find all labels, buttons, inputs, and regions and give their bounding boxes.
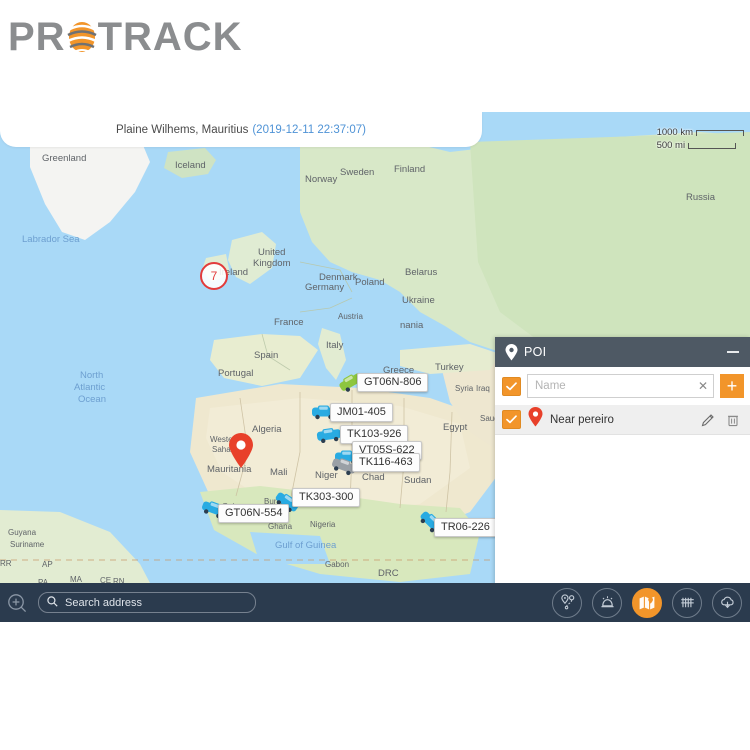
- list-item[interactable]: Near pereiro: [495, 405, 750, 435]
- location-pin-icon: [505, 343, 518, 361]
- poi-add-button[interactable]: +: [720, 374, 744, 398]
- poi-select-all-checkbox[interactable]: [502, 376, 521, 396]
- brand-name-part1: PR: [8, 15, 66, 59]
- vehicle-marker[interactable]: [316, 427, 342, 448]
- poi-search-input-wrap: ✕: [527, 374, 714, 398]
- globe-icon: [65, 18, 99, 56]
- poi-panel-header: POI: [495, 337, 750, 367]
- poi-item-checkbox[interactable]: [502, 410, 521, 429]
- geofence-icon[interactable]: [672, 587, 702, 618]
- pencil-icon[interactable]: [699, 411, 717, 429]
- vehicle-label[interactable]: GT06N-554: [218, 504, 290, 523]
- location-pin-marker[interactable]: [228, 433, 254, 469]
- download-icon[interactable]: [712, 587, 742, 618]
- search-input[interactable]: [63, 595, 247, 610]
- poi-panel-title: POI: [524, 345, 547, 359]
- brand-logo: PR TRACK: [8, 8, 243, 66]
- scale-metric-row: 1000 km: [657, 126, 744, 139]
- map-icon[interactable]: [632, 587, 662, 618]
- minimize-icon[interactable]: [724, 343, 742, 361]
- vehicle-label[interactable]: GT06N-806: [357, 373, 429, 392]
- cluster-marker[interactable]: 7: [200, 262, 228, 290]
- poi-search-row: ✕ +: [495, 367, 750, 405]
- poi-panel: POI ✕ +: [495, 337, 750, 622]
- scale-metric-label: 1000 km: [656, 127, 693, 138]
- bottom-toolbar: [0, 583, 750, 622]
- toolbar-icon-group: [552, 583, 742, 622]
- cluster-count: 7: [210, 269, 218, 283]
- map-scale-bar: 1000 km 500 mi: [657, 126, 744, 152]
- trash-icon[interactable]: [724, 411, 742, 429]
- search-icon: [47, 594, 58, 612]
- vehicle-label[interactable]: TK303-300: [292, 488, 361, 507]
- scale-metric-line: [696, 129, 744, 136]
- map-title-bar: Plaine Wilhems, Mauritius (2019-12-11 22…: [0, 112, 482, 147]
- alarm-icon[interactable]: [592, 587, 622, 618]
- address-search-box: [38, 592, 256, 613]
- page-root: PR TRACK Greenland Iceland Labrador Sea …: [0, 0, 750, 750]
- scale-imperial-label: 500 mi: [656, 140, 686, 151]
- tracking-icon[interactable]: [552, 587, 582, 618]
- page-title: Plaine Wilhems, Mauritius: [116, 123, 249, 136]
- poi-item-name: Near pereiro: [550, 413, 614, 426]
- close-icon[interactable]: ✕: [698, 380, 708, 392]
- title-timestamp: (2019-12-11 22:37:07): [252, 123, 366, 136]
- vehicle-label[interactable]: TR06-226: [434, 518, 497, 537]
- vehicle-label[interactable]: TK116-463: [352, 453, 420, 472]
- poi-search-input[interactable]: [528, 375, 713, 397]
- scale-imperial-line: [688, 142, 737, 149]
- zoom-in-icon[interactable]: [6, 592, 28, 614]
- red-pin-icon: [528, 407, 543, 432]
- vehicle-label[interactable]: JM01-405: [330, 403, 393, 422]
- brand-name-part2: TRACK: [97, 15, 243, 59]
- map-application: Greenland Iceland Labrador Sea Norway Sweden…: [0, 112, 750, 622]
- scale-imperial-row: 500 mi: [657, 139, 744, 152]
